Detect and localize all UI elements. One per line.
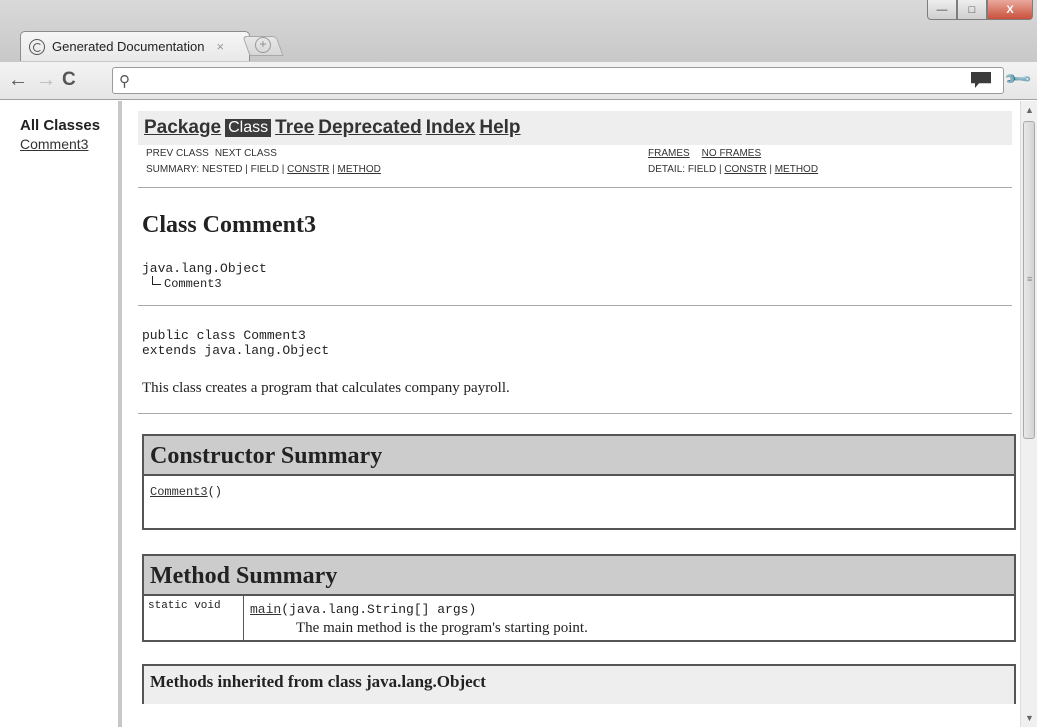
next-class-label: NEXT CLASS [214, 148, 277, 159]
detail-sep: | [766, 164, 775, 175]
nav-index-link[interactable]: Index [426, 117, 476, 139]
class-link-comment3[interactable]: Comment3 [20, 136, 118, 152]
scroll-grip-icon: ≡ [1027, 274, 1033, 284]
method-description: The main method is the program's startin… [296, 620, 588, 636]
declaration-line-2: extends java.lang.Object [142, 343, 330, 358]
class-declaration: public class Comment3 extends java.lang.… [142, 328, 1012, 358]
maximize-button[interactable]: □ [957, 0, 987, 20]
scroll-down-arrow-icon[interactable]: ▼ [1025, 713, 1034, 723]
top-navbar: Package Class Tree Deprecated Index Help [138, 111, 1012, 145]
class-description: This class creates a program that calcul… [142, 380, 510, 396]
minimize-button[interactable]: — [927, 0, 957, 20]
close-window-button[interactable]: X [987, 0, 1033, 20]
back-button[interactable]: ← [8, 69, 28, 91]
summary-method-link[interactable]: METHOD [338, 164, 381, 175]
constructor-params: () [207, 485, 223, 499]
no-frames-link[interactable]: NO FRAMES [702, 148, 761, 159]
class-doc-frame: Package Class Tree Deprecated Index Help… [126, 101, 1020, 727]
class-list-frame: All Classes Comment3 [0, 101, 122, 727]
scroll-up-arrow-icon[interactable]: ▲ [1025, 105, 1034, 115]
bookmark-flag-icon[interactable] [971, 72, 991, 88]
hierarchy-parent: java.lang.Object [142, 261, 267, 276]
constructor-link[interactable]: Comment3 [150, 485, 208, 499]
class-hierarchy: java.lang.Object Comment3 [142, 261, 1012, 291]
class-title: Class Comment3 [142, 212, 316, 238]
scrollbar-thumb[interactable]: ≡ [1023, 121, 1035, 439]
detail-prefix: DETAIL: FIELD | [648, 164, 725, 175]
detail-method-link[interactable]: METHOD [775, 164, 818, 175]
nav-help-link[interactable]: Help [479, 117, 520, 139]
divider [138, 187, 1012, 188]
inherited-methods-heading: Methods inherited from class java.lang.O… [142, 664, 1016, 704]
page-content: All Classes Comment3 Package Class Tree … [0, 101, 1037, 727]
method-params: (java.lang.String[] args) [281, 602, 477, 617]
page-favicon-icon [29, 38, 45, 55]
method-modifier: static void [144, 596, 244, 640]
browser-tab[interactable]: Generated Documentation × [20, 31, 250, 61]
frames-link[interactable]: FRAMES [648, 148, 690, 159]
sub-navbar: PREV CLASS NEXT CLASS SUMMARY: NESTED | F… [138, 145, 1012, 181]
browser-toolbar: ← → C ⚲ 🔧 [0, 62, 1037, 100]
address-bar[interactable]: ⚲ [112, 67, 1004, 94]
tab-close-icon[interactable]: × [216, 39, 224, 54]
wrench-icon[interactable]: 🔧 [1002, 64, 1033, 95]
search-icon: ⚲ [119, 73, 130, 90]
method-summary-row: static void main(java.lang.String[] args… [144, 596, 1014, 640]
new-tab-plus-icon[interactable]: + [255, 37, 271, 53]
summary-prefix: SUMMARY: NESTED | FIELD | [146, 164, 288, 175]
hierarchy-child: Comment3 [164, 277, 222, 291]
tab-title: Generated Documentation [52, 39, 205, 54]
declaration-line-1: public class Comment3 [142, 328, 306, 343]
nav-class-current: Class [225, 119, 272, 137]
window-controls: — □ X [927, 0, 1033, 20]
method-summary-heading: Method Summary [144, 556, 1014, 596]
all-classes-heading: All Classes [20, 117, 101, 134]
divider [138, 305, 1012, 306]
summary-sep: | [329, 164, 338, 175]
title-bar: Generated Documentation × + — □ X [0, 0, 1037, 62]
reload-button[interactable]: C [62, 69, 76, 91]
method-main-link[interactable]: main [250, 602, 281, 617]
nav-deprecated-link[interactable]: Deprecated [318, 117, 422, 139]
nav-package-link[interactable]: Package [144, 117, 221, 139]
summary-constr-link[interactable]: CONSTR [287, 164, 329, 175]
divider [138, 413, 1012, 414]
constructor-summary-heading: Constructor Summary [144, 436, 1014, 476]
forward-button[interactable]: → [36, 69, 56, 91]
constructor-summary: Constructor Summary Comment3() [142, 434, 1016, 530]
prev-class-label: PREV CLASS [146, 148, 209, 159]
tree-connector-icon [152, 276, 161, 285]
detail-constr-link[interactable]: CONSTR [724, 164, 766, 175]
nav-tree-link[interactable]: Tree [275, 117, 314, 139]
method-summary: Method Summary static void main(java.lan… [142, 554, 1016, 642]
vertical-scrollbar[interactable]: ▲ ≡ ▼ [1020, 101, 1037, 727]
